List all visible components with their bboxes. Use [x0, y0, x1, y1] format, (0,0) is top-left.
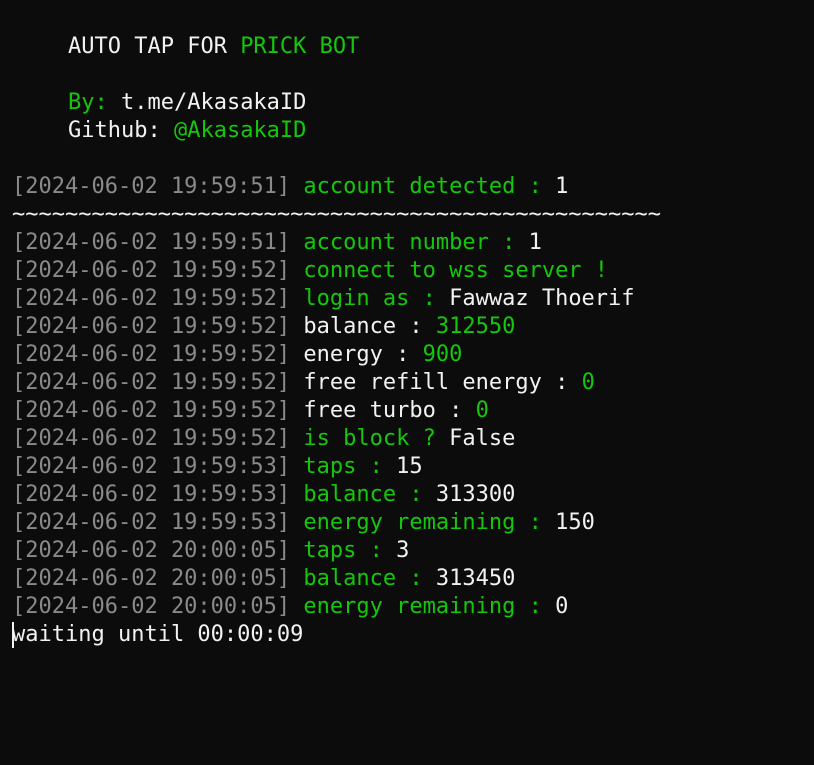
terminal-window[interactable]: AUTO TAP FOR PRICK BOT By: t.me/AkasakaI… [0, 0, 814, 765]
log-line: [2024-06-02 19:59:53] taps : 15 [12, 453, 423, 481]
log-line: [2024-06-02 19:59:52] login as : Fawwaz … [12, 285, 635, 313]
log-value: 1 [555, 174, 569, 199]
log-value: False [449, 426, 516, 451]
log-line: [2024-06-02 20:00:05] balance : 313450 [12, 565, 515, 593]
log-timestamp: [2024-06-02 19:59:53] [12, 482, 291, 507]
log-timestamp: [2024-06-02 19:59:52] [12, 370, 291, 395]
log-label: energy : [303, 342, 423, 367]
log-value: 0 [475, 398, 489, 423]
log-value: 0 [555, 594, 569, 619]
log-timestamp: [2024-06-02 19:59:51] [12, 174, 291, 199]
log-label: free refill energy : [303, 370, 582, 395]
log-label: is block ? [303, 426, 450, 451]
log-value: 1 [528, 230, 542, 255]
waiting-text: waiting until 00:00:09 [12, 622, 304, 647]
log-line: [2024-06-02 20:00:05] energy remaining :… [12, 593, 568, 621]
log-timestamp: [2024-06-02 19:59:52] [12, 398, 291, 423]
log-line: [2024-06-02 20:00:05] taps : 3 [12, 537, 409, 565]
banner-by-label: By: [68, 90, 121, 115]
log-label: balance : [303, 482, 436, 507]
log-label: login as : [303, 286, 450, 311]
log-value: 313300 [435, 482, 516, 507]
log-line: [2024-06-02 19:59:52] is block ? False [12, 425, 515, 453]
log-timestamp: [2024-06-02 19:59:52] [12, 426, 291, 451]
log-line: [2024-06-02 19:59:52] connect to wss ser… [12, 257, 608, 285]
banner-title-name: PRICK BOT [240, 34, 360, 59]
log-label: free turbo : [303, 398, 476, 423]
log-label: energy remaining : [303, 510, 556, 535]
log-timestamp: [2024-06-02 19:59:52] [12, 258, 291, 283]
log-line: [2024-06-02 19:59:53] energy remaining :… [12, 509, 595, 537]
log-line-account-detected: [2024-06-02 19:59:51] account detected :… [12, 173, 568, 201]
log-line: [2024-06-02 19:59:51] account number : 1 [12, 229, 542, 257]
banner-github-label: Github: [68, 118, 174, 143]
banner-by-line: By: t.me/AkasakaID [68, 89, 306, 117]
log-label: account number : [303, 230, 529, 255]
log-value: 150 [555, 510, 595, 535]
log-timestamp: [2024-06-02 19:59:53] [12, 454, 291, 479]
log-timestamp: [2024-06-02 19:59:52] [12, 286, 291, 311]
log-timestamp: [2024-06-02 19:59:53] [12, 510, 291, 535]
log-label: connect to wss server ! [303, 258, 609, 283]
log-line: [2024-06-02 19:59:52] energy : 900 [12, 341, 462, 369]
log-timestamp: [2024-06-02 19:59:52] [12, 342, 291, 367]
log-label: taps : [303, 454, 397, 479]
log-value: Fawwaz Thoerif [449, 286, 635, 311]
log-label: taps : [303, 538, 397, 563]
log-value: 15 [396, 454, 423, 479]
log-line: [2024-06-02 19:59:52] free refill energy… [12, 369, 595, 397]
log-timestamp: [2024-06-02 19:59:52] [12, 314, 291, 339]
banner-github-value: @AkasakaID [173, 118, 307, 143]
log-line: [2024-06-02 19:59:52] free turbo : 0 [12, 397, 489, 425]
log-value: 312550 [435, 314, 516, 339]
log-value: 900 [422, 342, 463, 367]
log-timestamp: [2024-06-02 20:00:05] [12, 566, 291, 591]
log-label: balance : [303, 314, 436, 339]
banner-title: AUTO TAP FOR PRICK BOT [68, 33, 359, 61]
log-timestamp: [2024-06-02 20:00:05] [12, 538, 291, 563]
waiting-line: waiting until 00:00:09 [12, 621, 303, 649]
log-label: energy remaining : [303, 594, 556, 619]
separator-line: ~~~~~~~~~~~~~~~~~~~~~~~~~~~~~~~~~~~~~~~~… [12, 202, 662, 227]
log-value: 0 [581, 370, 595, 395]
log-value: 3 [396, 538, 410, 563]
banner-github-line: Github: @AkasakaID [68, 117, 306, 145]
log-label: balance : [303, 566, 436, 591]
log-label: account detected : [303, 174, 556, 199]
log-timestamp: [2024-06-02 19:59:51] [12, 230, 291, 255]
log-value: 313450 [435, 566, 516, 591]
log-timestamp: [2024-06-02 20:00:05] [12, 594, 291, 619]
log-line: [2024-06-02 19:59:52] balance : 312550 [12, 313, 515, 341]
log-line: [2024-06-02 19:59:53] balance : 313300 [12, 481, 515, 509]
banner-by-value: t.me/AkasakaID [120, 90, 307, 115]
banner-title-prefix: AUTO TAP FOR [68, 34, 241, 59]
